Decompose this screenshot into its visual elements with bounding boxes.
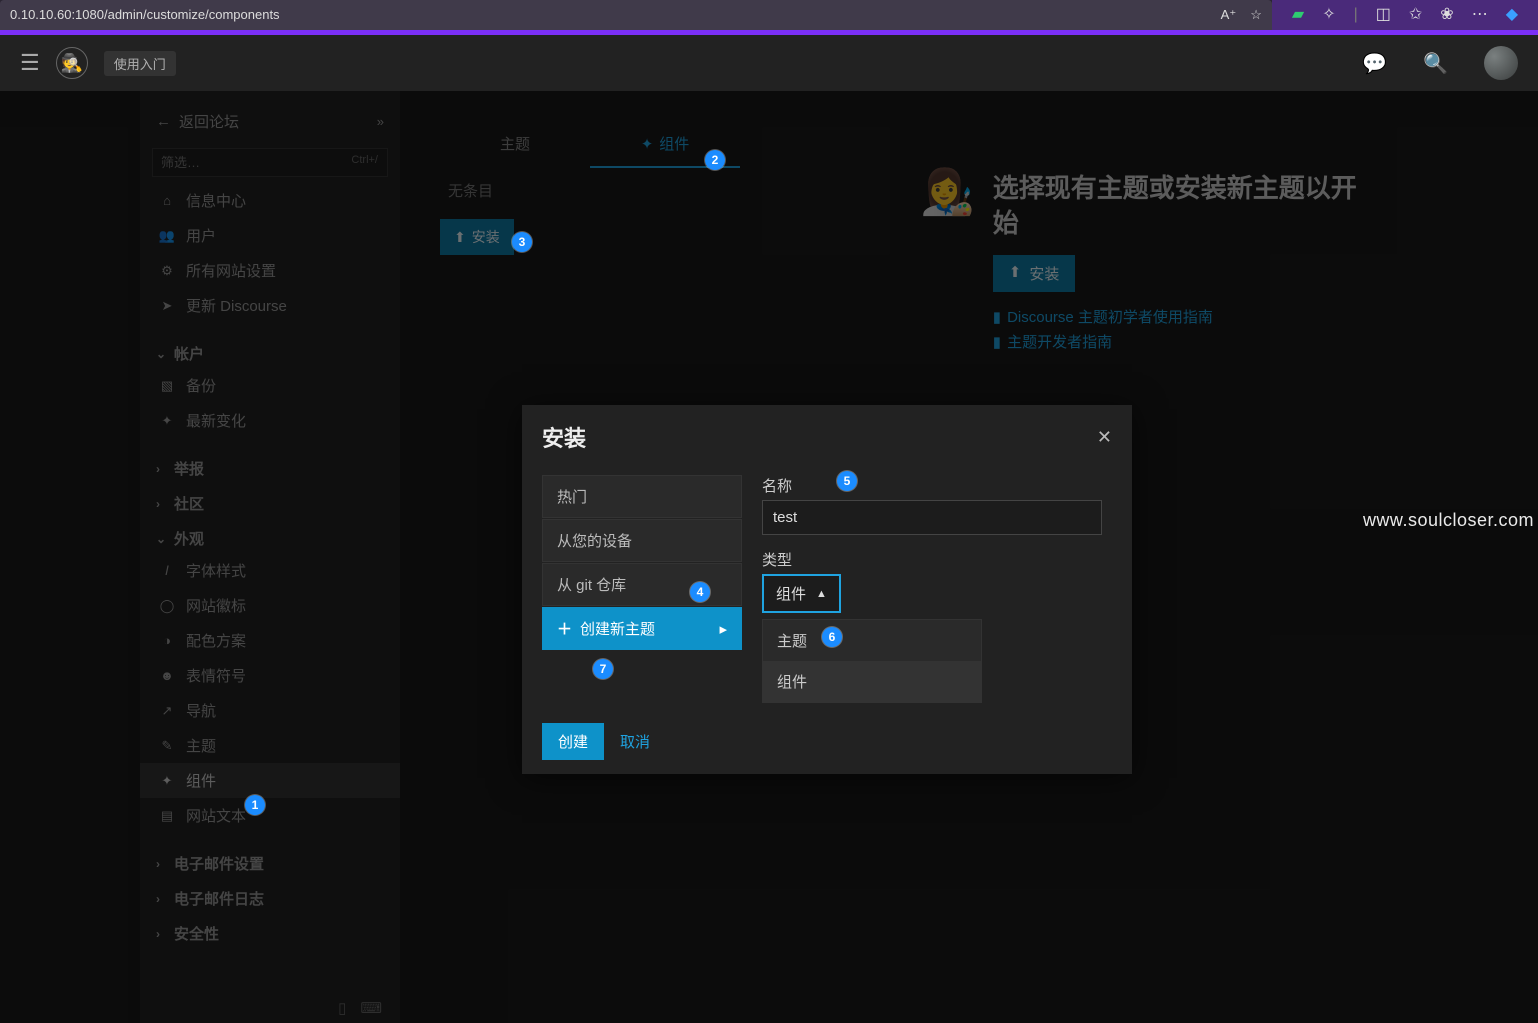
tutorial-badge-5: 5 [837,471,857,491]
install-modal: 安装 ✕ 热门 从您的设备 从 git 仓库 创建新主题 名称 类型 组件 ▲ … [522,405,1132,774]
avatar[interactable] [1484,46,1518,80]
favorites-icon[interactable]: ✩ [1409,0,1422,31]
tutorial-badge-1: 1 [245,795,265,815]
modal-body: 热门 从您的设备 从 git 仓库 创建新主题 名称 类型 组件 ▲ 主题 组件 [522,469,1132,709]
extensions-icon[interactable]: ✧ [1322,0,1335,31]
modal-option-popular[interactable]: 热门 [542,475,742,518]
tutorial-badge-7: 7 [593,659,613,679]
name-label: 名称 [762,475,1112,496]
browser-chrome: 0.10.10.60:1080/admin/customize/componen… [0,0,1538,32]
modal-header: 安装 ✕ [522,405,1132,469]
chat-icon[interactable]: 💬 [1362,51,1387,76]
collections-icon[interactable]: ❀ [1440,0,1453,31]
type-selected-text: 组件 [776,583,806,604]
modal-title: 安装 [542,421,586,453]
tutorial-badge-4: 4 [690,582,710,602]
modal-close-button[interactable]: ✕ [1097,427,1112,448]
url-text: 0.10.10.60:1080/admin/customize/componen… [10,0,280,31]
cancel-button[interactable]: 取消 [620,731,650,752]
favorite-icon[interactable]: ☆ [1250,0,1262,31]
modal-footer: 创建 取消 [522,709,1132,774]
read-aloud-icon[interactable]: A⁺ [1221,0,1237,31]
type-dropdown: 主题 组件 [762,619,982,703]
type-select[interactable]: 组件 ▲ [762,574,841,613]
app-viewport: ☰ 🕵 使用入门 💬 🔍 ← 返回论坛 » Ctrl+/ ⌂信息中心 👥用户 ⚙… [0,35,1538,1023]
hamburger-icon[interactable]: ☰ [20,50,40,76]
app-header: ☰ 🕵 使用入门 💬 🔍 [0,35,1538,91]
modal-option-from-device[interactable]: 从您的设备 [542,519,742,562]
modal-form: 名称 类型 组件 ▲ 主题 组件 [762,475,1112,703]
type-option-component[interactable]: 组件 [763,661,981,702]
modal-option-create-new[interactable]: 创建新主题 [542,607,742,650]
search-icon[interactable]: 🔍 [1423,51,1448,76]
address-bar[interactable]: 0.10.10.60:1080/admin/customize/componen… [0,0,1272,30]
tutorial-badge-2: 2 [705,150,725,170]
quickstart-button[interactable]: 使用入门 [104,51,176,76]
site-logo[interactable]: 🕵 [56,47,88,79]
tutorial-badge-3: 3 [512,232,532,252]
shield-icon[interactable]: ▰ [1292,0,1304,31]
browser-toolbar-icons: ▰ ✧ | ◫ ✩ ❀ ⋯ ◆ [1272,0,1538,30]
copilot-icon[interactable]: ◆ [1506,0,1518,31]
tutorial-badge-6: 6 [822,627,842,647]
type-label: 类型 [762,549,1112,570]
modal-option-from-git[interactable]: 从 git 仓库 [542,563,742,606]
create-button[interactable]: 创建 [542,723,604,760]
type-option-theme[interactable]: 主题 [763,620,981,661]
caret-up-icon: ▲ [816,588,827,600]
watermark-text: www.soulcloser.com [1363,510,1534,531]
option-label: 创建新主题 [580,618,655,639]
split-icon[interactable]: ◫ [1376,0,1391,31]
modal-source-list: 热门 从您的设备 从 git 仓库 创建新主题 [542,475,742,703]
name-input[interactable] [762,500,1102,535]
divider-icon: | [1354,0,1358,31]
more-icon[interactable]: ⋯ [1472,0,1488,31]
